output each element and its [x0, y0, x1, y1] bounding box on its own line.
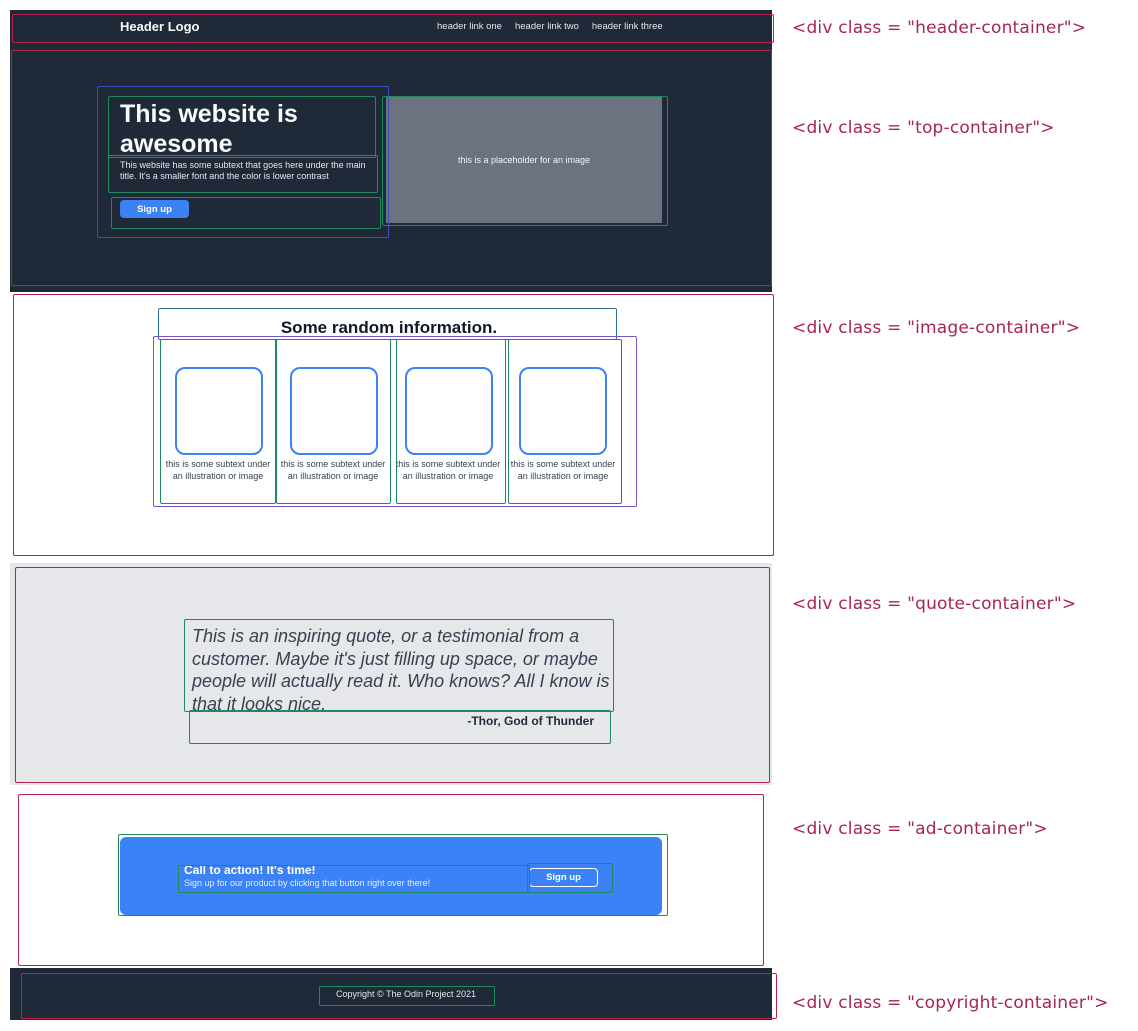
quote-author: -Thor, God of Thunder — [467, 714, 594, 728]
card-illustration-2 — [290, 367, 378, 455]
header-link-one[interactable]: header link one — [437, 21, 502, 32]
header-link-two[interactable]: header link two — [515, 21, 579, 32]
info-title: Some random information. — [280, 318, 498, 337]
header-link-three[interactable]: header link three — [592, 21, 663, 32]
card-illustration-1 — [175, 367, 263, 455]
header-logo[interactable]: Header Logo — [120, 19, 199, 34]
quote-text: This is an inspiring quote, or a testimo… — [192, 626, 610, 714]
card-text-2: this is some subtext under an illustrati… — [280, 459, 386, 481]
ad-subtext: Sign up for our product by clicking that… — [184, 878, 431, 888]
hero-signup-button[interactable]: Sign up — [120, 200, 189, 218]
annotation-copyright-container: <div class = "copyright-container"> — [792, 993, 1109, 1013]
card-text-1: this is some subtext under an illustrati… — [165, 459, 271, 481]
hero-subtext: This website has some subtext that goes … — [120, 160, 366, 181]
card-illustration-4 — [519, 367, 607, 455]
annotation-image-container: <div class = "image-container"> — [792, 318, 1081, 338]
card-text-4: this is some subtext under an illustrati… — [510, 459, 616, 481]
header-nav: header link one header link two header l… — [437, 21, 663, 32]
card-text-3: this is some subtext under an illustrati… — [395, 459, 501, 481]
hero-image-placeholder: this is a placeholder for an image — [386, 97, 662, 223]
card-illustration-3 — [405, 367, 493, 455]
annotation-ad-container: <div class = "ad-container"> — [792, 819, 1048, 839]
annotation-top-container: <div class = "top-container"> — [792, 118, 1055, 138]
copyright-text: Copyright © The Odin Project 2021 — [335, 989, 477, 999]
ad-title: Call to action! It's time! — [184, 863, 316, 877]
hero-title: This website is awesome — [120, 100, 298, 158]
annotation-header-container: <div class = "header-container"> — [792, 18, 1087, 38]
annotation-quote-container: <div class = "quote-container"> — [792, 594, 1077, 614]
ad-signup-button[interactable]: Sign up — [529, 868, 598, 887]
